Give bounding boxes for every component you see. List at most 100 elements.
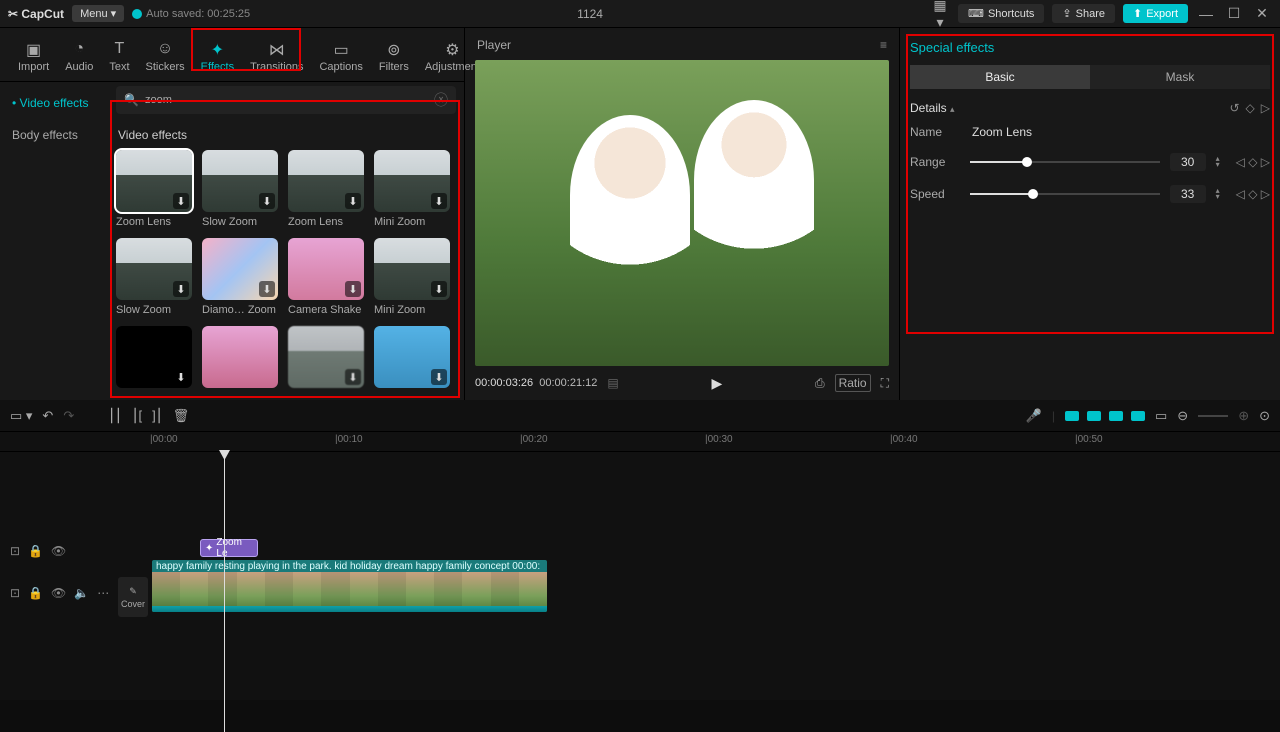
param-value[interactable]: 30 bbox=[1170, 153, 1206, 171]
playhead[interactable] bbox=[224, 452, 225, 732]
sidebar-body-effects[interactable]: Body effects bbox=[0, 120, 108, 150]
shortcuts-button[interactable]: ⌨ Shortcuts bbox=[958, 4, 1044, 23]
export-button[interactable]: ⬆ Export bbox=[1123, 4, 1188, 23]
redo-button[interactable]: ↷ bbox=[63, 408, 74, 424]
effect-thumb[interactable]: ⬇ bbox=[288, 326, 364, 388]
cover-button[interactable]: ✎Cover bbox=[118, 577, 148, 617]
tab-filters[interactable]: ⊚Filters bbox=[371, 34, 417, 81]
effect-item[interactable]: ⬇ bbox=[116, 326, 192, 388]
video-clip[interactable]: happy family resting playing in the park… bbox=[152, 560, 547, 612]
mic-icon[interactable]: 🎤 bbox=[1026, 408, 1042, 424]
effect-thumb[interactable]: ⬇ bbox=[116, 238, 192, 300]
download-icon[interactable]: ⬇ bbox=[259, 281, 275, 297]
effect-clip[interactable]: ✦Zoom Le bbox=[200, 539, 258, 557]
tab-import[interactable]: ▣Import bbox=[10, 34, 57, 81]
download-icon[interactable]: ⬇ bbox=[431, 281, 447, 297]
effect-thumb[interactable]: ⬇ bbox=[374, 326, 450, 388]
param-slider[interactable] bbox=[970, 193, 1160, 195]
pointer-tool[interactable]: ▭ ▾ bbox=[10, 408, 32, 424]
download-icon[interactable]: ⬇ bbox=[173, 281, 189, 297]
param-slider[interactable] bbox=[970, 161, 1160, 163]
clear-icon[interactable]: ⓧ bbox=[434, 90, 448, 110]
download-icon[interactable]: ⬇ bbox=[259, 193, 275, 209]
share-button[interactable]: ⇪ Share bbox=[1052, 4, 1115, 23]
zoom-in-icon[interactable]: ⊕ bbox=[1238, 408, 1249, 424]
timeline-tracks[interactable]: ⊡🔒👁 ⊡🔒👁🔈⋯ ✎Cover ✦Zoom Le happy family r… bbox=[0, 452, 1280, 700]
maximize-button[interactable]: ☐ bbox=[1224, 5, 1244, 22]
effect-thumb[interactable]: ⬇ bbox=[374, 150, 450, 212]
effect-thumb[interactable] bbox=[202, 326, 278, 388]
keyframe-next-icon[interactable]: ▷ bbox=[1261, 101, 1270, 115]
snap-4[interactable] bbox=[1131, 411, 1145, 421]
keyframe-diamond-icon[interactable]: ◇ bbox=[1246, 101, 1255, 115]
sidebar-video-effects[interactable]: Video effects bbox=[0, 88, 108, 118]
close-button[interactable]: ✕ bbox=[1252, 5, 1272, 22]
zoom-slider[interactable] bbox=[1198, 415, 1228, 417]
effect-item[interactable]: ⬇Mini Zoom bbox=[374, 238, 450, 316]
param-keyframe-icon[interactable]: ◁ ◇ ▷ bbox=[1236, 155, 1270, 169]
effect-thumb[interactable]: ⬇ bbox=[116, 150, 192, 212]
list-icon[interactable]: ▤ bbox=[607, 376, 618, 390]
effect-item[interactable]: ⬇Camera Shake bbox=[288, 238, 364, 316]
download-icon[interactable]: ⬇ bbox=[431, 369, 447, 385]
effect-item[interactable]: ⬇Mini Zoom bbox=[374, 150, 450, 228]
layout-icon[interactable]: ▦ ▾ bbox=[930, 0, 950, 31]
split-left-tool[interactable]: ⎮[ bbox=[132, 408, 142, 424]
download-icon[interactable]: ⬇ bbox=[173, 193, 189, 209]
effect-item[interactable] bbox=[202, 326, 278, 388]
param-stepper[interactable]: ▴▾ bbox=[1216, 156, 1226, 168]
player-menu-icon[interactable]: ≡ bbox=[880, 38, 887, 52]
effect-thumb[interactable]: ⬇ bbox=[202, 150, 278, 212]
tab-audio[interactable]: ◔Audio bbox=[57, 34, 101, 81]
reset-icon[interactable]: ↺ bbox=[1229, 101, 1239, 115]
scan-icon[interactable]: ⎙ bbox=[815, 376, 825, 391]
effect-item[interactable]: ⬇Slow Zoom bbox=[116, 238, 192, 316]
tab-mask[interactable]: Mask bbox=[1090, 65, 1270, 89]
tab-captions[interactable]: ▭Captions bbox=[311, 34, 370, 81]
effect-item[interactable]: ⬇Diamo… Zoom bbox=[202, 238, 278, 316]
zoom-fit-icon[interactable]: ⊙ bbox=[1259, 408, 1270, 424]
split-right-tool[interactable]: ]⎮ bbox=[152, 408, 162, 424]
tab-text[interactable]: TText bbox=[101, 34, 137, 81]
zoom-out-icon[interactable]: ⊖ bbox=[1177, 408, 1188, 424]
fullscreen-icon[interactable]: ⛶ bbox=[881, 376, 889, 391]
effect-item[interactable]: ⬇Zoom Lens bbox=[116, 150, 192, 228]
undo-button[interactable]: ↶ bbox=[42, 408, 53, 424]
effect-item[interactable]: ⬇ bbox=[288, 326, 364, 388]
timeline-ruler[interactable]: |00:00|00:10|00:20|00:30|00:40|00:50 bbox=[0, 432, 1280, 452]
snap-3[interactable] bbox=[1109, 411, 1123, 421]
download-icon[interactable]: ⬇ bbox=[345, 281, 361, 297]
download-icon[interactable]: ⬇ bbox=[173, 369, 189, 385]
download-icon[interactable]: ⬇ bbox=[345, 193, 361, 209]
tab-basic[interactable]: Basic bbox=[910, 65, 1090, 89]
effect-item[interactable]: ⬇ bbox=[374, 326, 450, 388]
snap-1[interactable] bbox=[1065, 411, 1079, 421]
effect-thumb[interactable]: ⬇ bbox=[288, 238, 364, 300]
preview-icon[interactable]: ▭ bbox=[1155, 408, 1167, 424]
param-stepper[interactable]: ▴▾ bbox=[1216, 188, 1226, 200]
search-input[interactable] bbox=[145, 94, 428, 106]
effect-item[interactable]: ⬇Zoom Lens bbox=[288, 150, 364, 228]
ratio-button[interactable]: Ratio bbox=[835, 374, 871, 392]
search-bar[interactable]: 🔍 ⓧ bbox=[116, 86, 456, 114]
snap-2[interactable] bbox=[1087, 411, 1101, 421]
delete-tool[interactable]: 🗑 bbox=[173, 408, 190, 424]
tab-transitions[interactable]: ⋈Transitions bbox=[242, 34, 311, 81]
tab-effects[interactable]: ✦Effects bbox=[193, 34, 242, 81]
effect-thumb[interactable]: ⬇ bbox=[288, 150, 364, 212]
player-viewport[interactable] bbox=[475, 60, 889, 366]
param-value[interactable]: 33 bbox=[1170, 185, 1206, 203]
download-icon[interactable]: ⬇ bbox=[431, 193, 447, 209]
param-keyframe-icon[interactable]: ◁ ◇ ▷ bbox=[1236, 187, 1270, 201]
effect-item[interactable]: ⬇Slow Zoom bbox=[202, 150, 278, 228]
tab-stickers[interactable]: ☺Stickers bbox=[138, 34, 193, 81]
track2-controls[interactable]: ⊡🔒👁🔈⋯ bbox=[10, 586, 109, 600]
effect-thumb[interactable]: ⬇ bbox=[202, 238, 278, 300]
play-button[interactable]: ▶ bbox=[711, 375, 722, 392]
effect-thumb[interactable]: ⬇ bbox=[374, 238, 450, 300]
minimize-button[interactable]: — bbox=[1196, 6, 1216, 22]
track1-controls[interactable]: ⊡🔒👁 bbox=[10, 544, 66, 558]
split-tool[interactable]: ⎮⎮ bbox=[108, 408, 122, 424]
menu-button[interactable]: Menu ▾ bbox=[72, 5, 124, 22]
download-icon[interactable]: ⬇ bbox=[345, 369, 361, 385]
